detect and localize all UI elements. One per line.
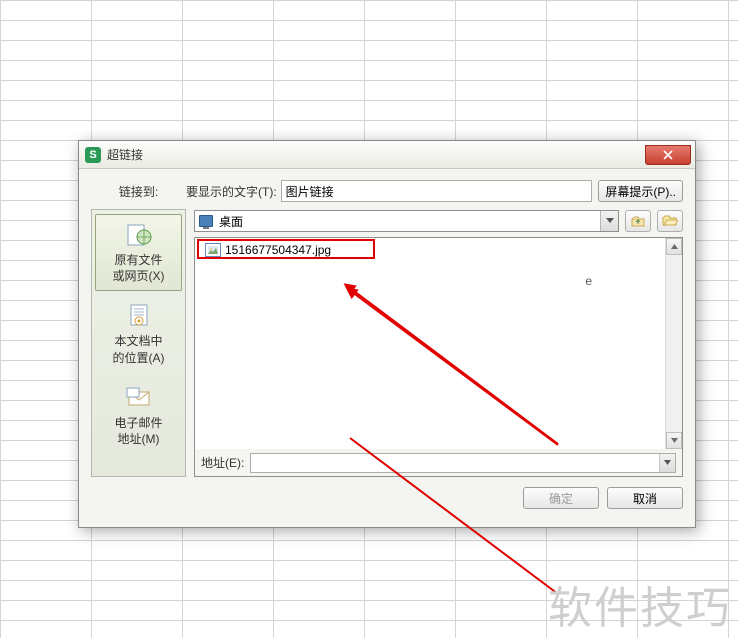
close-icon [663, 150, 673, 160]
linkto-email[interactable]: 电子邮件 地址(M) [95, 377, 182, 454]
close-button[interactable] [645, 145, 691, 165]
top-row: 链接到: 要显示的文字(T): 屏幕提示(P).. [91, 179, 683, 203]
display-text-label: 要显示的文字(T): [186, 183, 277, 200]
file-list-scrollbar[interactable] [665, 238, 682, 449]
linkto-place-in-doc-label: 本文档中 的位置(A) [113, 334, 165, 364]
address-combo[interactable] [250, 453, 676, 473]
cancel-button[interactable]: 取消 [607, 487, 683, 509]
linkto-existing-file-label: 原有文件 或网页(X) [113, 253, 165, 283]
document-target-icon [123, 302, 155, 330]
link-to-label: 链接到: [91, 183, 186, 200]
linkto-place-in-doc[interactable]: 本文档中 的位置(A) [95, 295, 182, 372]
chevron-down-icon [664, 460, 671, 465]
scroll-up-button[interactable] [666, 238, 682, 255]
link-to-panel: 原有文件 或网页(X) 本文档中 的位置(A) 电子邮件 地址(M) [91, 209, 186, 477]
file-item[interactable]: 1516677504347.jpg [201, 242, 335, 258]
dialog-body: 链接到: 要显示的文字(T): 屏幕提示(P).. 原有文件 或网页(X) 本 [79, 169, 695, 527]
look-in-value: 桌面 [219, 213, 243, 230]
chevron-up-icon [671, 244, 678, 249]
linkto-existing-file[interactable]: 原有文件 或网页(X) [95, 214, 182, 291]
address-row: 地址(E): [194, 449, 683, 477]
globe-page-icon [123, 221, 155, 249]
right-panel: 桌面 [194, 209, 683, 477]
browse-button[interactable] [657, 210, 683, 232]
chevron-down-icon [606, 218, 614, 224]
image-file-icon [205, 243, 221, 257]
screen-tip-button[interactable]: 屏幕提示(P).. [598, 180, 683, 202]
address-label: 地址(E): [201, 454, 244, 471]
desktop-icon [199, 215, 213, 227]
file-list-pane[interactable]: 1516677504347.jpg e [194, 237, 683, 449]
envelope-icon [123, 384, 155, 412]
location-row: 桌面 [194, 209, 683, 233]
stray-text: e [585, 274, 592, 288]
scroll-down-button[interactable] [666, 432, 682, 449]
dialog-title: 超链接 [107, 146, 143, 163]
up-one-level-button[interactable] [625, 210, 651, 232]
chevron-down-icon [671, 438, 678, 443]
address-input[interactable] [251, 454, 659, 472]
dialog-buttons: 确定 取消 [91, 487, 683, 509]
folder-open-icon [662, 215, 678, 227]
hyperlink-dialog: S 超链接 链接到: 要显示的文字(T): 屏幕提示(P).. 原有文件 或网页… [78, 140, 696, 528]
file-item-name: 1516677504347.jpg [225, 243, 331, 257]
titlebar[interactable]: S 超链接 [79, 141, 695, 169]
address-dropdown-button[interactable] [659, 454, 675, 472]
display-text-input[interactable] [281, 180, 593, 202]
middle-area: 原有文件 或网页(X) 本文档中 的位置(A) 电子邮件 地址(M) [91, 209, 683, 477]
dropdown-chevron[interactable] [600, 211, 618, 231]
app-icon: S [85, 147, 101, 163]
linkto-email-label: 电子邮件 地址(M) [114, 416, 162, 446]
look-in-dropdown[interactable]: 桌面 [194, 210, 619, 232]
folder-up-icon [631, 215, 645, 227]
watermark-text: 软件技巧 [548, 572, 732, 636]
ok-button[interactable]: 确定 [523, 487, 599, 509]
